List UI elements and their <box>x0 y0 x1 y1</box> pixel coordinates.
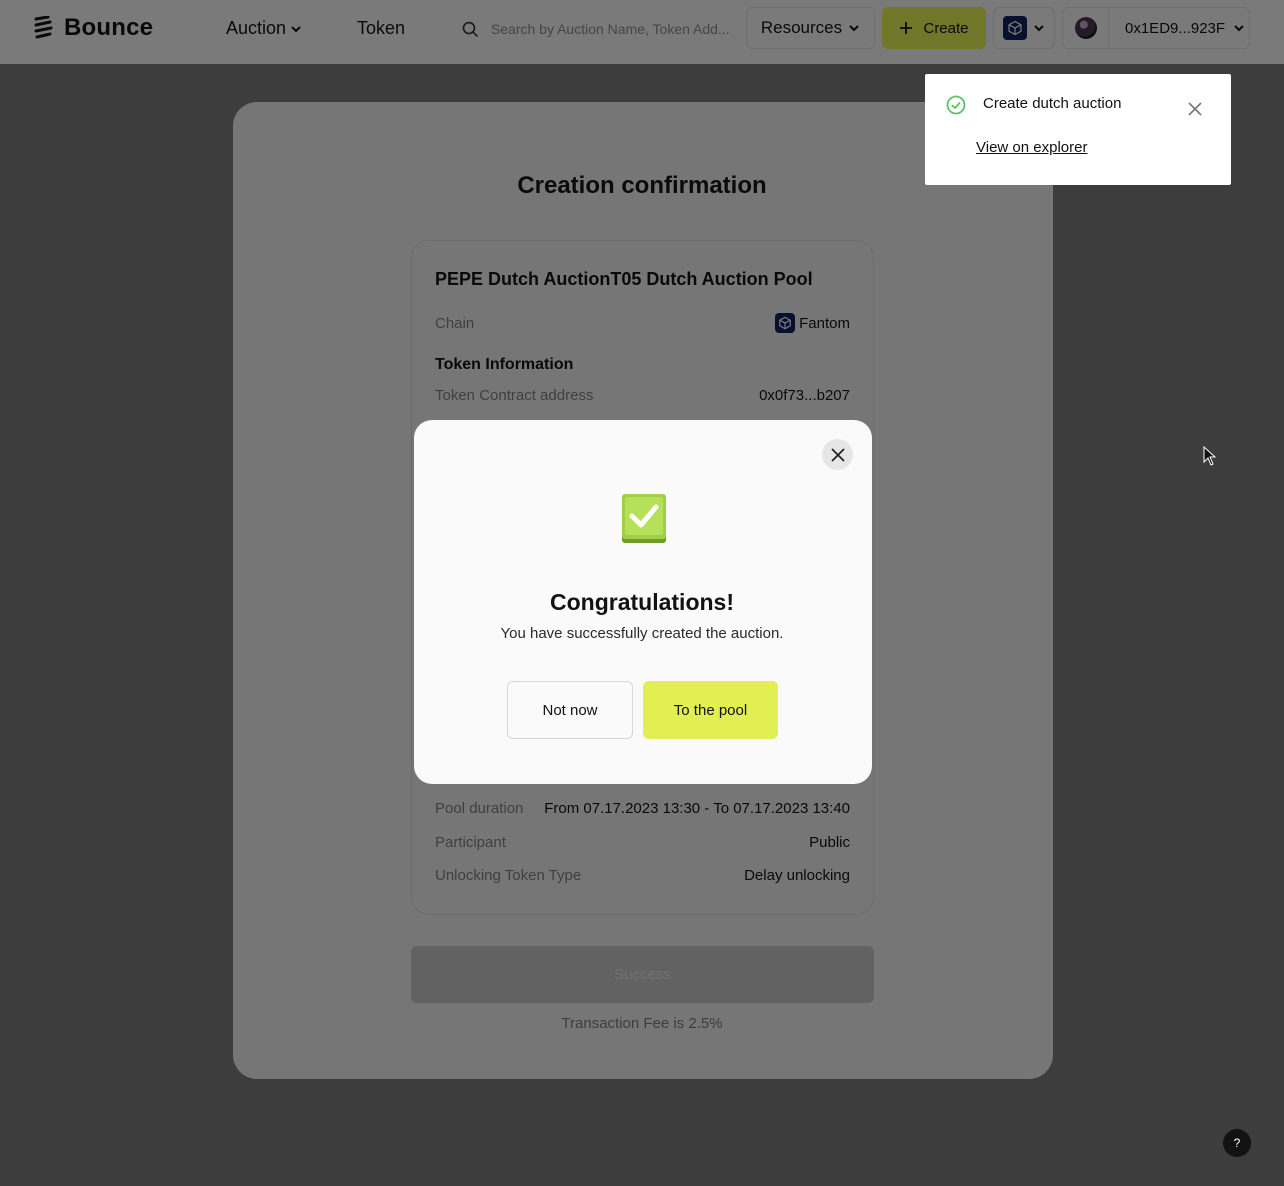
search-icon <box>462 21 479 37</box>
chevron-down-icon <box>291 25 301 32</box>
chevron-down-icon <box>1234 25 1244 32</box>
create-button[interactable]: Create <box>882 7 986 49</box>
toast-title: Create dutch auction <box>983 95 1122 112</box>
search-input[interactable] <box>490 21 740 37</box>
bounce-logo-icon <box>34 16 53 39</box>
help-button[interactable]: ? <box>1223 1129 1251 1157</box>
check-circle-icon <box>946 95 966 115</box>
plus-icon <box>900 22 913 34</box>
close-icon[interactable] <box>1186 100 1204 118</box>
close-icon <box>830 447 845 462</box>
notification-toast <box>925 74 1231 185</box>
mouse-cursor-icon <box>1203 446 1217 466</box>
chevron-down-icon <box>849 25 859 32</box>
resources-menu[interactable]: Resources <box>746 7 875 49</box>
resources-label: Resources <box>760 18 843 37</box>
success-check-icon <box>622 494 666 543</box>
create-label: Create <box>923 19 969 37</box>
wallet-avatar-wrap <box>1063 8 1109 48</box>
chevron-down-icon <box>1034 25 1044 32</box>
wallet-address-text: 0x1ED9...923F <box>1125 19 1226 37</box>
avatar <box>1074 17 1097 39</box>
chain-selector[interactable] <box>993 7 1055 49</box>
wallet-button[interactable]: 0x1ED9...923F <box>1062 7 1250 49</box>
bounce-logo[interactable]: Bounce <box>34 14 153 42</box>
modal-subtitle: You have successfully created the auctio… <box>500 625 784 642</box>
modal-close-button[interactable] <box>822 439 853 470</box>
nav-token-label: Token <box>357 18 406 38</box>
nav-token[interactable]: Token <box>357 18 405 39</box>
view-on-explorer-link[interactable]: View on explorer <box>976 139 1087 156</box>
wallet-address: 0x1ED9...923F <box>1115 20 1245 37</box>
modal-title: Congratulations! <box>550 589 734 615</box>
search-bar[interactable] <box>456 10 740 48</box>
to-the-pool-button[interactable]: To the pool <box>643 681 778 739</box>
nav-auction[interactable]: Auction <box>226 18 302 39</box>
nav-auction-label: Auction <box>226 18 287 38</box>
not-now-button[interactable]: Not now <box>507 681 633 739</box>
fantom-chain-icon <box>1003 16 1027 40</box>
top-header: Bounce Auction Token Resources Create 0x… <box>0 0 1284 64</box>
logo-text: Bounce <box>64 14 154 41</box>
